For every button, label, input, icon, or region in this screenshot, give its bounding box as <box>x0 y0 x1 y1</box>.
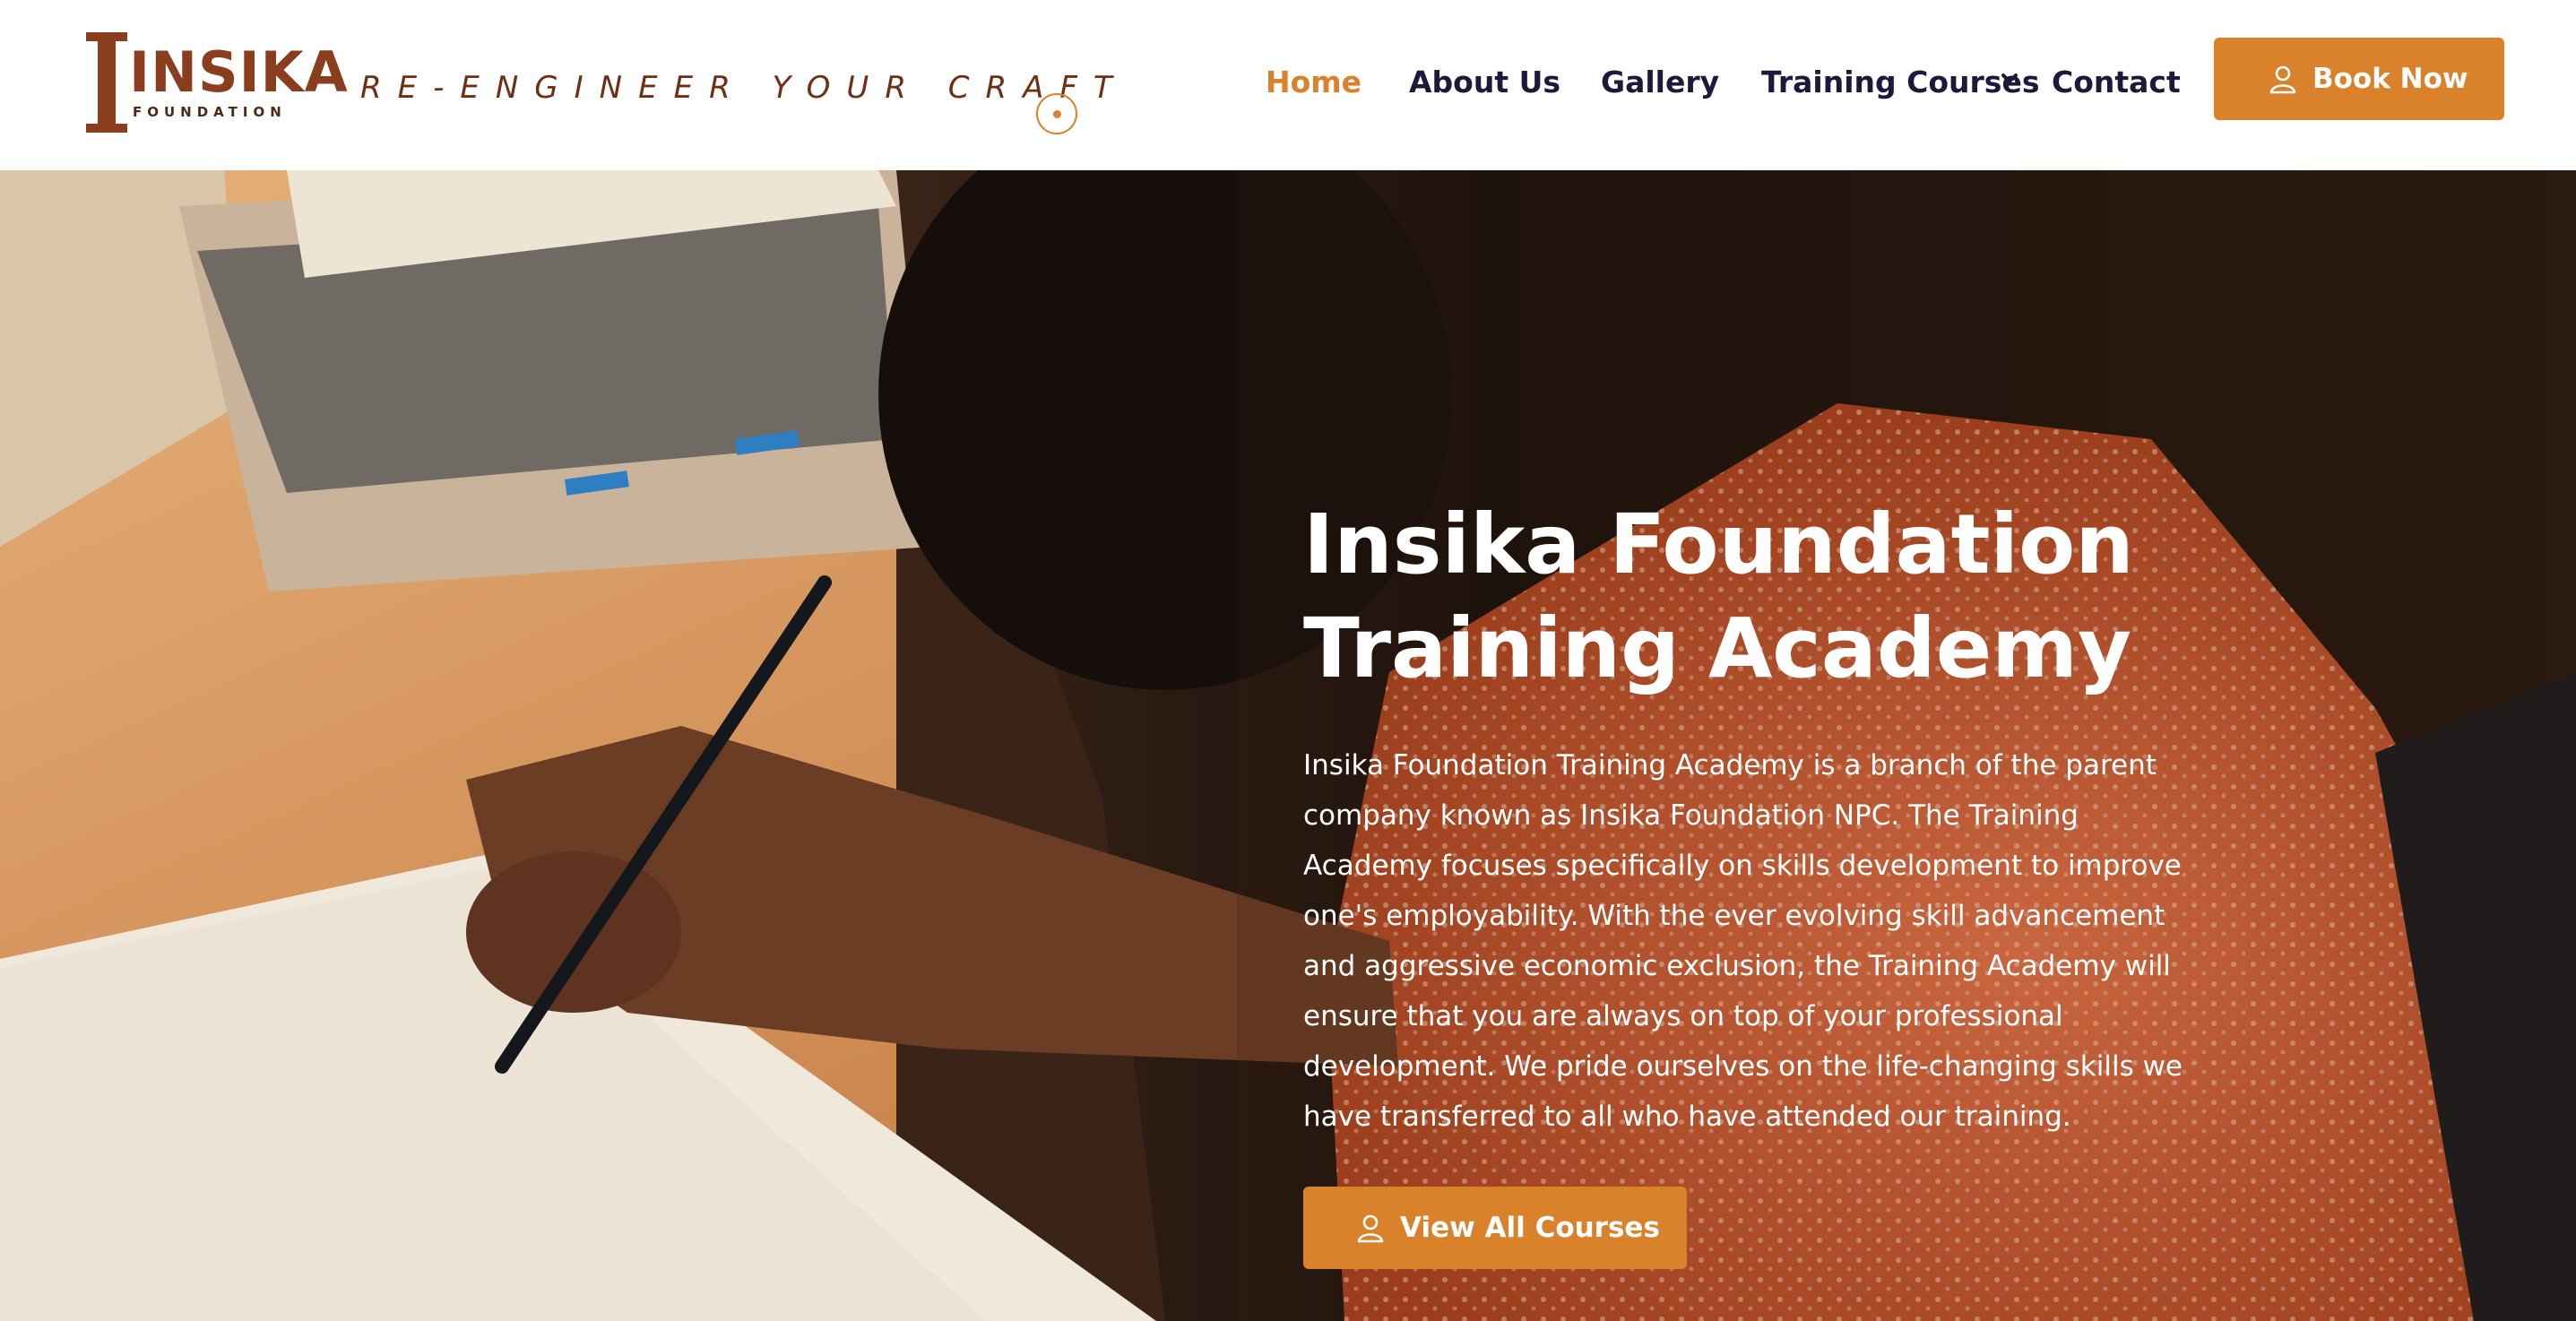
ring-dot-icon <box>1036 93 1077 134</box>
book-now-label: Book Now <box>2312 63 2468 95</box>
site-header: INSIKA FOUNDATION RE-ENGINEER YOUR CRAFT… <box>0 0 2576 170</box>
logo-wordmark: INSIKA <box>129 39 349 105</box>
nav-training-courses[interactable]: Training Courses <box>1761 61 2039 104</box>
nav-gallery[interactable]: Gallery <box>1601 61 1719 104</box>
hero-title-line2: Training Academy <box>1303 600 2131 696</box>
hero-title: Insika Foundation Training Academy <box>1303 493 2200 701</box>
book-now-button[interactable]: Book Now <box>2214 38 2504 120</box>
user-icon <box>2269 65 2296 94</box>
nav-about-us[interactable]: About Us <box>1409 61 1560 104</box>
tagline: RE-ENGINEER YOUR CRAFT <box>360 70 1128 106</box>
hero-section: Insika Foundation Training Academy Insik… <box>0 170 2576 1321</box>
logo-subtitle: FOUNDATION <box>133 104 287 120</box>
view-all-courses-button[interactable]: View All Courses <box>1303 1187 1687 1269</box>
view-all-courses-label: View All Courses <box>1400 1212 1660 1244</box>
insika-logo[interactable]: INSIKA FOUNDATION <box>86 32 348 133</box>
logo-i-mark <box>86 32 127 133</box>
hero-title-line1: Insika Foundation <box>1303 496 2134 592</box>
nav-home[interactable]: Home <box>1266 61 1361 104</box>
chevron-down-icon[interactable] <box>1999 68 2020 90</box>
user-icon <box>1357 1214 1384 1243</box>
nav-contact[interactable]: Contact <box>2052 61 2181 104</box>
hero-description: Insika Foundation Training Academy is a … <box>1303 749 2183 1133</box>
